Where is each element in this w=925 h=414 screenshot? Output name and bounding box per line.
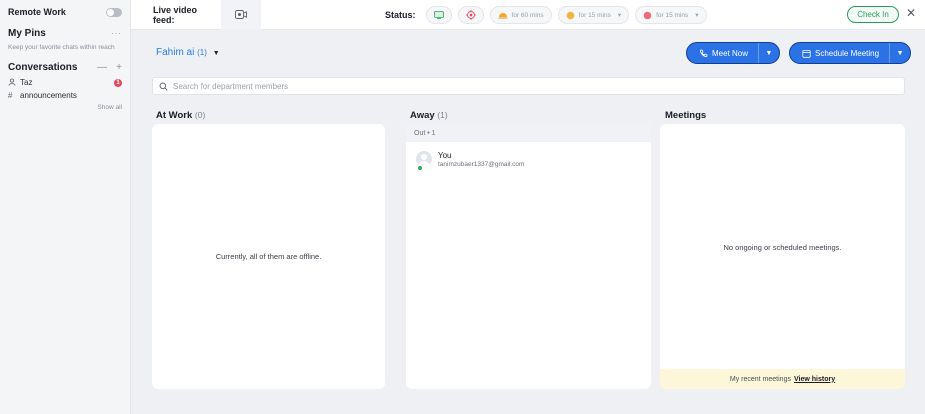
meet-now-main[interactable]: Meet Now [687, 43, 760, 63]
pill-label: for 15 mins [578, 11, 611, 19]
top-bar: Live video feed: Status: for 60 mins for… [131, 0, 925, 30]
chevron-down-icon: ▾ [695, 12, 699, 19]
department-count: (1) [197, 48, 207, 57]
member-name: You [438, 151, 452, 160]
phone-link-icon [700, 49, 708, 57]
sidebar-header: Remote Work [0, 0, 130, 24]
user-icon [8, 78, 20, 88]
status-group: Status: for 60 mins for 15 mins ▾ for 15… [385, 0, 707, 30]
meetings-heading: Meetings [665, 110, 706, 121]
sidebar-item-announcements[interactable]: # announcements [0, 89, 130, 102]
main-content: Fahim ai (1) ▼ Meet Now ▼ Schedule Meeti… [131, 31, 925, 414]
status-60-mins-button[interactable]: for 60 mins [489, 6, 552, 24]
camera-icon[interactable] [221, 0, 261, 30]
status-15-mins-button[interactable]: for 15 mins ▾ [557, 6, 630, 24]
out-group-header: Out • 1 [406, 124, 651, 142]
conversations-actions: — + [97, 62, 122, 73]
conversations-heading: Conversations [8, 61, 78, 73]
member-email: tanimzubaer1337@gmail.com [438, 161, 525, 168]
target-icon [465, 10, 476, 20]
online-status-dot [418, 166, 422, 170]
pins-section-header: My Pins ··· [0, 24, 130, 42]
meetings-title: Meetings [665, 110, 707, 121]
add-conversation-icon[interactable]: + [116, 62, 122, 73]
monitor-icon [433, 11, 444, 19]
meet-now-dropdown-icon[interactable]: ▼ [759, 50, 779, 57]
avatar [416, 151, 432, 167]
live-video-label: Live video feed: [153, 4, 198, 25]
at-work-panel: Currently, all of them are offline. [152, 124, 385, 389]
meet-now-label: Meet Now [712, 48, 749, 58]
calendar-icon [802, 49, 811, 58]
pill-label: for 15 mins [656, 11, 689, 19]
meet-now-button[interactable]: Meet Now ▼ [686, 42, 781, 64]
collapse-icon[interactable]: — [97, 62, 107, 73]
sidebar-item-taz[interactable]: Taz 1 [0, 76, 130, 89]
at-work-heading: At Work (0) [156, 110, 205, 121]
at-work-empty-message: Currently, all of them are offline. [215, 252, 322, 261]
caret-down-icon: ▼ [212, 50, 220, 57]
away-heading: Away (1) [410, 110, 448, 121]
schedule-meeting-button[interactable]: Schedule Meeting ▼ [789, 42, 912, 64]
pins-heading: My Pins [8, 27, 46, 39]
close-icon[interactable]: ✕ [906, 6, 916, 20]
away-title: Away [410, 110, 435, 121]
view-history-link[interactable]: View history [794, 376, 835, 383]
hash-icon: # [8, 91, 13, 100]
meetings-empty-message: No ongoing or scheduled meetings. [723, 243, 842, 252]
at-work-count: (0) [194, 110, 206, 120]
coffee-icon [566, 11, 574, 19]
meal-icon [498, 13, 508, 19]
remote-work-title: Remote Work [8, 7, 66, 17]
search-icon [159, 82, 168, 91]
at-work-title: At Work [156, 110, 193, 121]
break-icon [643, 11, 652, 19]
list-item[interactable]: You tanimzubaer1337@gmail.com [406, 142, 651, 177]
schedule-meeting-main[interactable]: Schedule Meeting [790, 43, 891, 63]
check-in-button[interactable]: Check In [847, 6, 899, 23]
member-search-input[interactable] [173, 81, 673, 91]
conversations-section-header: Conversations — + [0, 58, 130, 76]
pill-label: for 60 mins [511, 11, 544, 19]
pins-hint: Keep your favorite chats within reach [8, 44, 115, 51]
more-icon[interactable]: ··· [111, 29, 122, 38]
status-label: Status: [385, 10, 416, 20]
away-panel: Out • 1 You tanimzubaer1337@gmail.com [406, 124, 651, 389]
show-all-link[interactable]: Show all [0, 104, 130, 111]
meetings-panel: No ongoing or scheduled meetings. My rec… [660, 124, 905, 389]
department-name: Fahim ai [156, 47, 195, 58]
status-busy-button[interactable] [457, 6, 484, 24]
department-selector[interactable]: Fahim ai (1) ▼ [156, 47, 220, 58]
member-info: You tanimzubaer1337@gmail.com [438, 151, 524, 168]
away-count: (1) [437, 110, 448, 120]
unread-badge: 1 [114, 78, 122, 87]
sidebar-item-label: Taz [20, 78, 33, 87]
recent-meetings-label: My recent meetings [729, 375, 791, 383]
member-search-box[interactable] [152, 77, 905, 95]
remote-work-toggle[interactable] [106, 7, 122, 17]
chevron-down-icon: ▾ [617, 12, 622, 19]
status-available-button[interactable] [425, 6, 452, 24]
schedule-meeting-label: Schedule Meeting [815, 48, 880, 58]
schedule-dropdown-icon[interactable]: ▼ [890, 50, 910, 57]
sidebar: Remote Work My Pins ··· Keep your favori… [0, 0, 131, 414]
status-15-mins-alt-button[interactable]: for 15 mins ▾ [635, 6, 707, 24]
recent-meetings-bar: My recent meetings View history [660, 369, 905, 389]
sidebar-item-label: announcements [20, 91, 77, 100]
